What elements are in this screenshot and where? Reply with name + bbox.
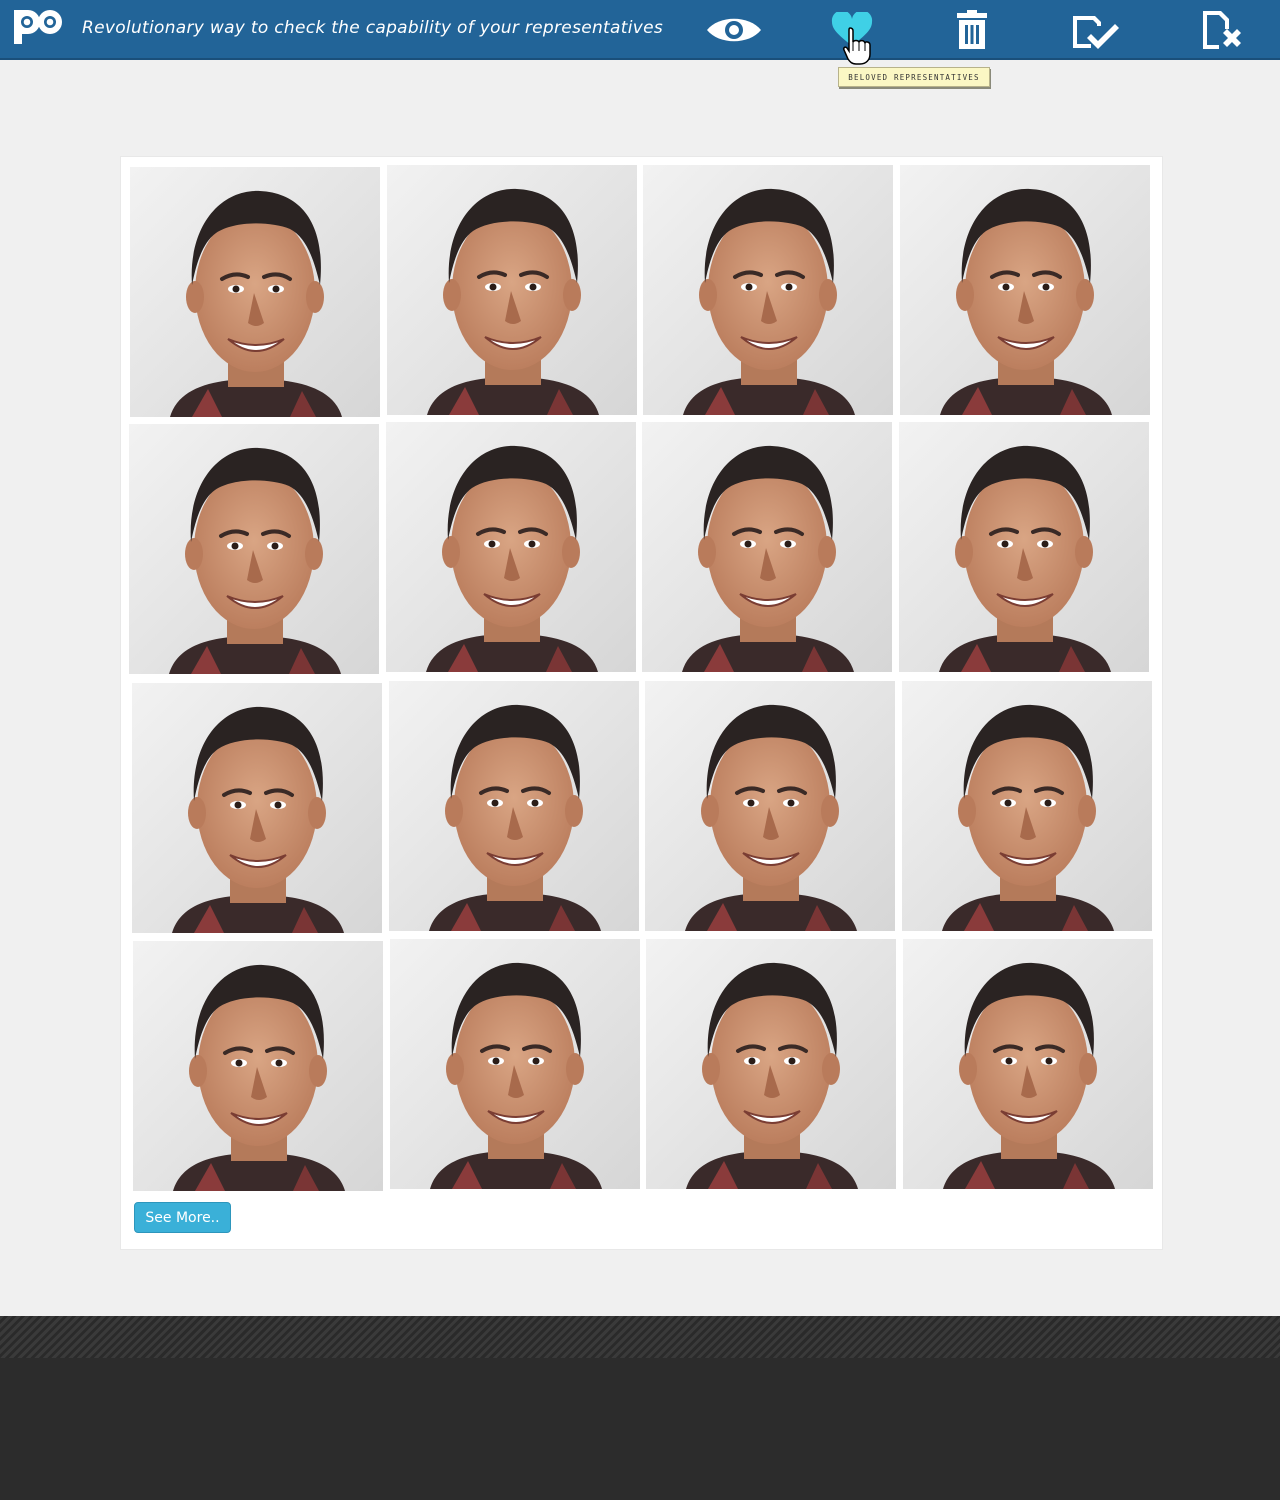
eye-icon[interactable] — [704, 8, 764, 52]
trash-icon[interactable] — [952, 8, 992, 52]
representative-photo[interactable] — [130, 167, 380, 417]
document-cross-icon[interactable] — [1196, 8, 1244, 52]
representative-photo[interactable] — [389, 681, 639, 931]
see-more-button[interactable]: See More.. — [134, 1202, 231, 1233]
representative-photo[interactable] — [899, 422, 1149, 672]
representative-photo[interactable] — [387, 165, 637, 415]
logo[interactable] — [12, 6, 64, 46]
representative-photo[interactable] — [903, 939, 1153, 1189]
tooltip: BELOVED REPRESENTATIVES — [838, 67, 990, 87]
representative-photo[interactable] — [900, 165, 1150, 415]
representative-photo[interactable] — [902, 681, 1152, 931]
tagline: Revolutionary way to check the capabilit… — [82, 18, 664, 38]
representative-photo[interactable] — [642, 422, 892, 672]
representative-photo[interactable] — [646, 939, 896, 1189]
footer-stripe — [0, 1316, 1280, 1358]
representative-photo[interactable] — [129, 424, 379, 674]
representative-photo[interactable] — [386, 422, 636, 672]
representative-photo[interactable] — [390, 939, 640, 1189]
heart-icon[interactable] — [826, 8, 878, 52]
representative-photo[interactable] — [132, 683, 382, 933]
footer — [0, 1316, 1280, 1500]
representative-photo[interactable] — [133, 941, 383, 1191]
representative-photo[interactable] — [645, 681, 895, 931]
representative-photo[interactable] — [643, 165, 893, 415]
top-navigation-bar: Revolutionary way to check the capabilit… — [0, 0, 1280, 60]
document-check-icon[interactable] — [1068, 8, 1122, 52]
